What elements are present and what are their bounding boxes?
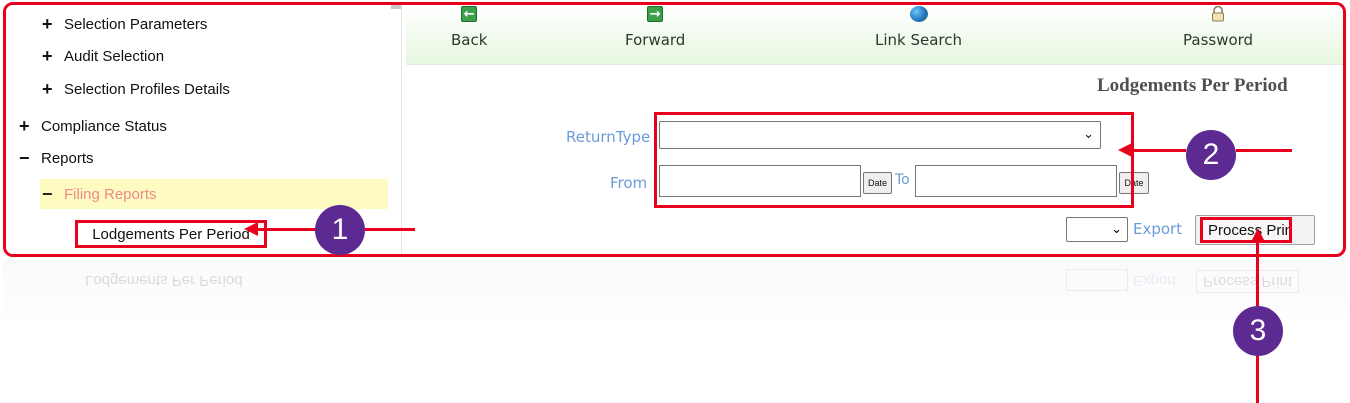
forward-button[interactable]: → Forward <box>625 5 685 49</box>
globe-icon <box>909 6 928 22</box>
sidebar-item-label: Selection Parameters <box>64 15 208 33</box>
forward-label: Forward <box>625 31 686 49</box>
reflection-export-select <box>1066 269 1128 291</box>
collapse-icon[interactable]: − <box>42 185 64 203</box>
callout-line <box>256 228 316 231</box>
reflection-process-print: Process Print <box>1196 270 1300 293</box>
link-search-button[interactable]: Link Search <box>875 5 962 49</box>
reflection-lodgements-label: Lodgements Per Period <box>85 272 243 289</box>
export-format-select[interactable]: ⌄ <box>1066 217 1128 242</box>
sidebar-item-audit-selection[interactable]: + Audit Selection <box>42 44 164 68</box>
export-link[interactable]: Export <box>1133 220 1182 238</box>
return-type-label: ReturnType <box>566 128 651 146</box>
form-highlight-box <box>654 112 1134 208</box>
process-print-button[interactable]: Process Print <box>1200 217 1292 243</box>
callout-line <box>1236 149 1292 152</box>
callout-2-badge: 2 <box>1186 130 1236 180</box>
callout-arrowhead <box>1251 228 1265 242</box>
sidebar-item-reports[interactable]: − Reports <box>19 146 94 170</box>
sidebar-item-label: Compliance Status <box>41 117 167 135</box>
sidebar-scrollbar[interactable] <box>391 5 401 9</box>
forward-arrow-icon: → <box>647 6 664 22</box>
sidebar-item-label: Filing Reports <box>64 185 157 203</box>
chevron-down-icon: ⌄ <box>1111 221 1122 236</box>
callout-line <box>1256 241 1259 306</box>
callout-3-badge: 3 <box>1233 306 1283 356</box>
collapse-icon[interactable]: − <box>19 149 41 167</box>
expand-icon[interactable]: + <box>19 117 41 135</box>
toolbar: ← Back → Forward Link Search Password <box>406 5 1343 65</box>
back-arrow-icon: ← <box>461 6 478 22</box>
callout-line <box>1130 149 1186 152</box>
lock-icon <box>1212 6 1225 22</box>
sidebar-item-selection-parameters[interactable]: + Selection Parameters <box>42 12 207 36</box>
from-label: From <box>610 174 648 192</box>
sidebar-item-selection-profiles-details[interactable]: + Selection Profiles Details <box>42 77 230 101</box>
password-button[interactable]: Password <box>1183 5 1253 49</box>
back-button[interactable]: ← Back <box>451 5 487 49</box>
sidebar-item-compliance-status[interactable]: + Compliance Status <box>19 114 167 138</box>
page-title: Lodgements Per Period <box>1097 75 1288 96</box>
window-reflection: Lodgements Per Period Export Process Pri… <box>3 260 1346 325</box>
callout-line <box>365 228 415 231</box>
sidebar-item-label: Lodgements Per Period <box>92 225 250 243</box>
callout-1-badge: 1 <box>315 205 365 255</box>
sidebar-item-label: Selection Profiles Details <box>64 80 230 98</box>
sidebar-item-label: Audit Selection <box>64 47 165 65</box>
link-search-label: Link Search <box>875 31 963 49</box>
callout-line <box>1256 356 1259 403</box>
expand-icon[interactable]: + <box>42 15 64 33</box>
expand-icon[interactable]: + <box>42 47 64 65</box>
sidebar-item-lodgements-per-period[interactable]: Lodgements Per Period <box>75 220 267 248</box>
back-label: Back <box>451 31 488 49</box>
reflection-export-label: Export <box>1133 272 1177 289</box>
sidebar-item-label: Reports <box>41 149 94 167</box>
password-label: Password <box>1183 31 1254 49</box>
expand-icon[interactable]: + <box>42 80 64 98</box>
